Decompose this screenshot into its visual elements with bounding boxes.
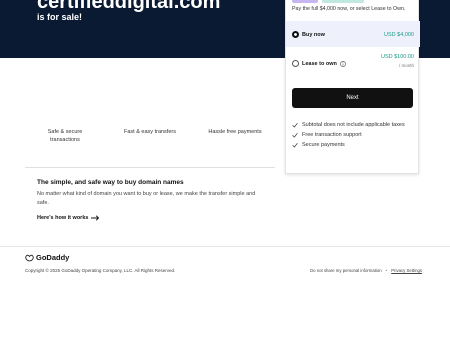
radio-buy-now[interactable] — [292, 31, 299, 38]
feature-secure-transactions: Safe & secure transactions — [47, 129, 83, 143]
how-it-works-link[interactable]: Here's how it works — [37, 215, 100, 221]
logo-text: GoDaddy — [36, 253, 70, 262]
for-sale-subtitle: is for sale! — [37, 12, 83, 22]
check-icon — [292, 122, 298, 128]
badge-teal — [322, 0, 364, 3]
lease-unit: / month — [398, 63, 414, 68]
benefit-item: Free transaction support — [292, 130, 405, 140]
badge-purple — [292, 0, 318, 3]
benefit-label: Free transaction support — [302, 132, 362, 138]
do-not-share-link[interactable]: Do not share my personal information — [310, 268, 382, 273]
option-buy-now[interactable]: Buy now USD $4,000 — [286, 21, 420, 47]
privacy-settings-link[interactable]: Privacy Settings — [391, 268, 422, 273]
info-icon[interactable] — [339, 61, 346, 67]
buy-now-text: Buy now — [302, 32, 325, 38]
option-lease-to-own[interactable]: Lease to own USD $100.00 / month — [286, 49, 420, 75]
lease-to-own-label: Lease to own — [302, 61, 346, 67]
benefit-item: Subtotal does not include applicable tax… — [292, 120, 405, 130]
next-button[interactable]: Next — [292, 88, 413, 108]
buy-now-label: Buy now — [302, 32, 325, 38]
copyright-text: Copyright © 2025 GoDaddy Operating Compa… — [25, 268, 176, 273]
godaddy-logo[interactable]: GoDaddy — [25, 253, 69, 262]
feature-fast-transfers: Fast & easy transfers — [124, 129, 176, 135]
benefit-item: Secure payments — [292, 140, 405, 150]
feature-hassle-free-payments: Hassle free payments — [208, 129, 262, 135]
benefit-label: Secure payments — [302, 142, 345, 148]
features-row: Safe & secure transactions Fast & easy t… — [25, 128, 275, 158]
lease-price: USD $100.00 — [380, 54, 414, 60]
benefits-list: Subtotal does not include applicable tax… — [292, 120, 405, 150]
arrow-right-icon — [91, 215, 100, 221]
info-description: No matter what kind of domain you want t… — [37, 191, 256, 206]
check-icon — [292, 142, 298, 148]
info-heading: The simple, and safe way to buy domain n… — [37, 179, 184, 186]
card-badges — [292, 0, 364, 3]
radio-lease-to-own[interactable] — [292, 60, 299, 67]
check-icon — [292, 132, 298, 138]
buy-now-price: USD $4,000 — [384, 32, 414, 38]
footer-divider — [0, 246, 450, 247]
footer-links: Do not share my personal information • P… — [310, 268, 422, 273]
purchase-card: Pay the full $4,000 now, or select Lease… — [285, 0, 420, 174]
card-description: Pay the full $4,000 now, or select Lease… — [292, 6, 406, 12]
benefit-label: Subtotal does not include applicable tax… — [302, 122, 405, 128]
godaddy-logo-icon — [25, 254, 34, 261]
footer-separator: • — [385, 268, 388, 273]
how-it-works-label: Here's how it works — [37, 215, 89, 221]
section-divider — [25, 167, 275, 168]
lease-to-own-text: Lease to own — [302, 61, 337, 67]
